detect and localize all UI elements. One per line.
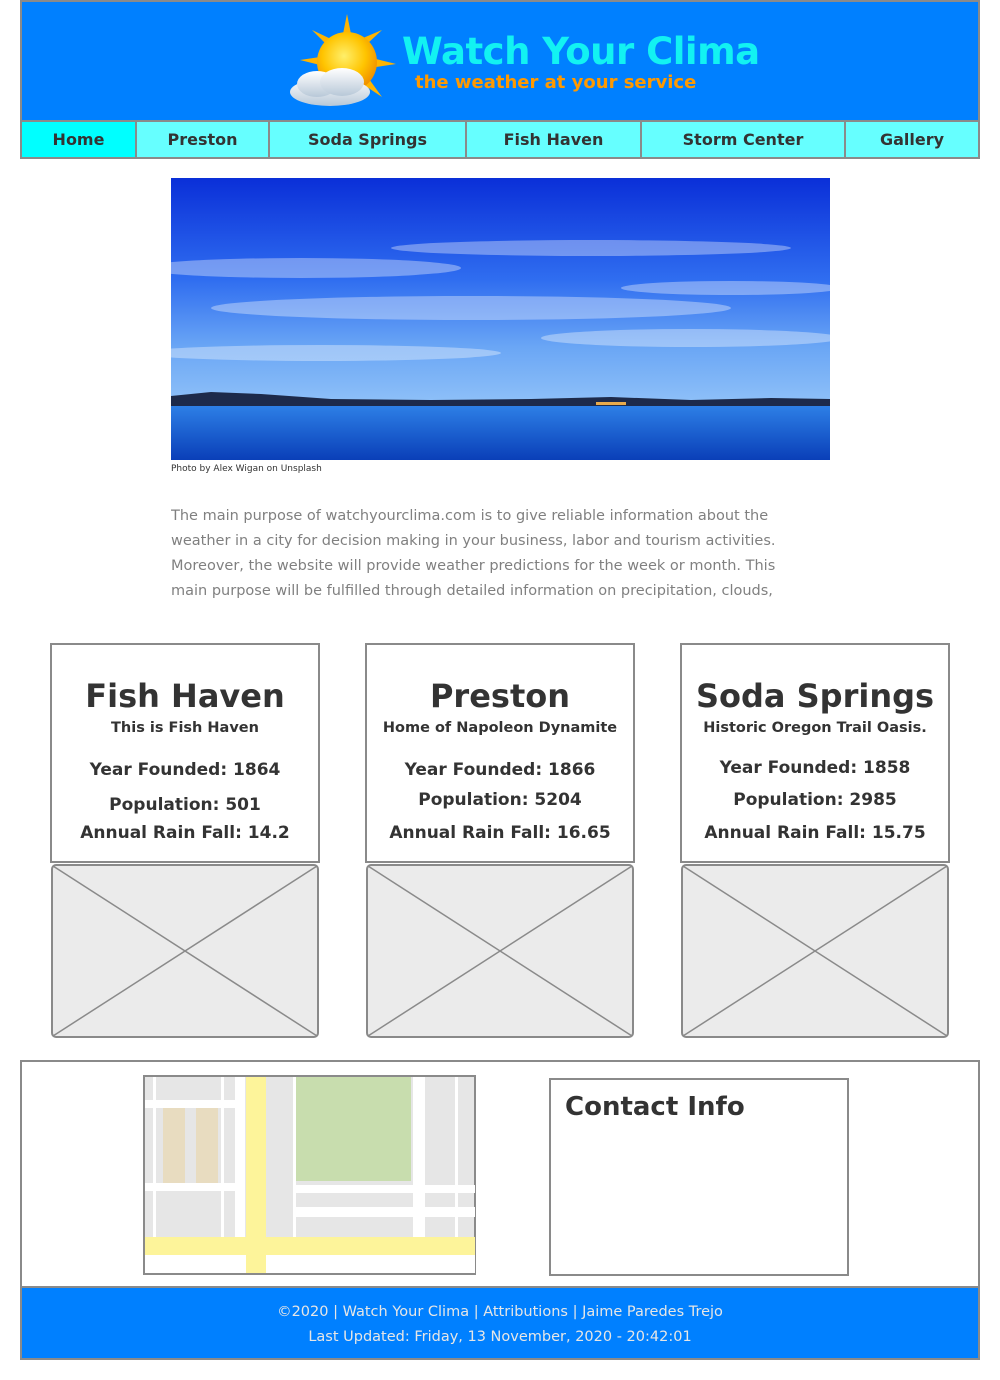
town-annual-rainfall: Annual Rain Fall: 14.2 [80,823,290,843]
town-name: Soda Springs [695,677,935,715]
image-placeholder-icon [366,864,634,1038]
town-annual-rainfall: Annual Rain Fall: 15.75 [704,823,926,843]
town-year-founded: Year Founded: 1866 [404,760,596,780]
contact-info-box: Contact Info [549,1078,849,1276]
town-card-fish-haven: Fish Haven This is Fish Haven Year Found… [50,643,320,863]
site-header: Watch Your Clima the weather at your ser… [20,0,980,120]
main-nav: Home Preston Soda Springs Fish Haven Sto… [20,120,980,159]
town-population: Population: 5204 [418,790,582,810]
town-year-founded: Year Founded: 1864 [89,760,281,780]
town-motto: This is Fish Haven [111,720,259,736]
town-annual-rainfall: Annual Rain Fall: 16.65 [389,823,611,843]
footer-credits: ©2020 | Watch Your Clima | Attributions … [22,1304,978,1320]
footer-site-name: Watch Your Clima [342,1304,470,1320]
image-placeholder-icon [681,864,949,1038]
nav-item-fish-haven[interactable]: Fish Haven [467,122,642,157]
map-placeholder-icon[interactable] [143,1075,476,1275]
town-motto: Home of Napoleon Dynamite [382,720,618,736]
footer-separator: | [473,1304,479,1320]
site-title: Watch Your Clima [402,30,760,73]
footer-attributions-link[interactable]: Attributions [483,1304,568,1320]
hero-caption: Photo by Alex Wigan on Unsplash [171,464,322,474]
town-motto: Historic Oregon Trail Oasis. [703,720,927,736]
footer-last-updated: Last Updated: Friday, 13 November, 2020 … [308,1329,692,1345]
site-tagline: the weather at your service [415,72,697,93]
hero-image [171,178,830,460]
nav-item-soda-springs[interactable]: Soda Springs [270,122,467,157]
nav-item-storm-center[interactable]: Storm Center [642,122,846,157]
town-population: Population: 501 [109,795,261,815]
footer-separator: | [572,1304,578,1320]
image-placeholder-icon [51,864,319,1038]
contact-title: Contact Info [565,1092,745,1122]
intro-paragraph: The main purpose of watchyourclima.com i… [171,508,776,599]
nav-item-preston[interactable]: Preston [137,122,270,157]
town-card-preston: Preston Home of Napoleon Dynamite Year F… [365,643,635,863]
site-footer: ©2020 | Watch Your Clima | Attributions … [20,1286,980,1360]
town-name: Fish Haven [85,677,285,715]
town-year-founded: Year Founded: 1858 [719,758,911,778]
footer-separator: | [333,1304,338,1320]
town-card-soda-springs: Soda Springs Historic Oregon Trail Oasis… [680,643,950,863]
sun-cloud-icon [290,14,396,106]
town-name: Preston [429,677,571,715]
nav-item-gallery[interactable]: Gallery [846,122,978,157]
footer-copyright: ©2020 [277,1304,329,1320]
nav-item-home[interactable]: Home [22,122,137,157]
town-population: Population: 2985 [733,790,897,810]
footer-author: Jaime Paredes Trejo [582,1304,723,1320]
